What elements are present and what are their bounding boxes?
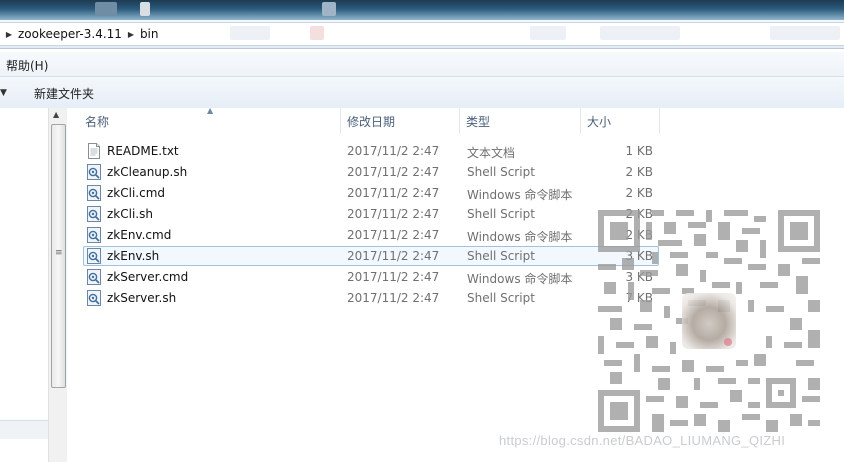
file-name: zkCli.sh — [107, 207, 153, 221]
taskbar-app-thumbnail — [322, 2, 336, 16]
text-file-icon — [88, 143, 100, 159]
script-file-icon — [87, 185, 101, 201]
address-ghost-shape — [530, 26, 566, 40]
scrollbar-thumb[interactable]: ≡ — [51, 124, 66, 388]
file-date: 2017/11/2 2:47 — [347, 228, 440, 242]
file-type: Windows 命令脚本 — [467, 230, 573, 244]
file-name: zkServer.cmd — [107, 270, 189, 284]
file-date: 2017/11/2 2:47 — [347, 249, 440, 263]
column-header-size[interactable]: 大小 — [581, 108, 659, 134]
file-name: zkEnv.sh — [107, 249, 160, 263]
column-header-name[interactable]: 名称 — [79, 108, 341, 134]
file-row[interactable]: zkCli.cmd 2017/11/2 2:47 Windows 命令脚本 2 … — [67, 183, 844, 204]
script-file-icon — [87, 248, 101, 264]
file-date: 2017/11/2 2:47 — [347, 144, 440, 158]
file-type: Shell Script — [467, 291, 535, 305]
breadcrumb-separator-icon[interactable]: ▶ — [126, 30, 136, 39]
script-file-icon — [87, 206, 101, 222]
script-file-icon — [87, 164, 101, 180]
file-type: Shell Script — [467, 207, 535, 221]
script-file-icon — [87, 269, 101, 285]
command-toolbar: ▼ 新建文件夹 — [0, 77, 844, 109]
file-name: zkCleanup.sh — [107, 165, 188, 179]
organize-dropdown-icon[interactable]: ▼ — [0, 88, 7, 98]
new-folder-button[interactable]: 新建文件夹 — [34, 85, 94, 102]
file-row[interactable]: README.txt 2017/11/2 2:47 文本文档 1 KB — [67, 141, 844, 162]
address-ghost-shape — [600, 26, 680, 40]
navigation-scrollbar[interactable]: ▲ ≡ — [48, 108, 67, 462]
column-header-name-label: 名称 — [85, 115, 110, 129]
file-name: zkServer.sh — [107, 291, 177, 305]
file-date: 2017/11/2 2:47 — [347, 207, 440, 221]
navigation-pane-footer — [0, 420, 48, 439]
menu-help[interactable]: 帮助(H) — [6, 57, 48, 74]
file-name: README.txt — [107, 144, 179, 158]
address-bar: ▶ zookeeper-3.4.11 ▶ bin — [0, 20, 844, 49]
grip-icon: ≡ — [55, 248, 63, 258]
file-date: 2017/11/2 2:47 — [347, 165, 440, 179]
file-name: zkEnv.cmd — [107, 228, 172, 242]
address-ghost-shape — [230, 26, 270, 40]
scroll-up-icon[interactable]: ▲ — [53, 110, 59, 119]
column-separator[interactable] — [659, 108, 660, 134]
file-date: 2017/11/2 2:47 — [347, 186, 440, 200]
column-header-type-label: 类型 — [466, 115, 491, 129]
file-type: Shell Script — [467, 249, 535, 263]
file-size: 2 KB — [625, 186, 653, 200]
qr-center-logo-accent — [724, 338, 732, 346]
taskbar-app-thumbnail — [95, 2, 117, 16]
navigation-pane[interactable] — [0, 108, 49, 462]
file-name: zkCli.cmd — [107, 186, 166, 200]
breadcrumb-item-bin[interactable]: bin — [140, 27, 159, 41]
taskbar-app-thumbnail — [140, 2, 150, 16]
menu-bar: 帮助(H) — [0, 52, 844, 77]
breadcrumb-item-zookeeper[interactable]: zookeeper-3.4.11 — [18, 27, 122, 41]
file-type: Windows 命令脚本 — [467, 188, 573, 202]
file-type: Windows 命令脚本 — [467, 272, 573, 286]
breadcrumb-expand-icon[interactable]: ▶ — [4, 30, 14, 39]
column-header-row: ▲ 名称 修改日期 类型 大小 — [67, 106, 844, 134]
script-file-icon — [87, 290, 101, 306]
breadcrumb[interactable]: ▶ zookeeper-3.4.11 ▶ bin — [0, 22, 844, 46]
file-date: 2017/11/2 2:47 — [347, 291, 440, 305]
column-header-date-label: 修改日期 — [347, 115, 396, 129]
address-ghost-shape — [770, 26, 840, 40]
file-date: 2017/11/2 2:47 — [347, 270, 440, 284]
file-size: 1 KB — [625, 144, 653, 158]
column-header-size-label: 大小 — [587, 115, 612, 129]
file-size: 2 KB — [625, 165, 653, 179]
address-ghost-shape — [310, 26, 324, 40]
file-type: 文本文档 — [467, 146, 516, 160]
column-header-type[interactable]: 类型 — [460, 108, 580, 134]
taskbar-strip — [0, 0, 844, 20]
watermark-text: https://blog.csdn.net/BADAO_LIUMANG_QIZH… — [499, 433, 786, 448]
column-header-date[interactable]: 修改日期 — [341, 108, 459, 134]
file-type: Shell Script — [467, 165, 535, 179]
file-row[interactable]: zkCleanup.sh 2017/11/2 2:47 Shell Script… — [67, 162, 844, 183]
script-file-icon — [87, 227, 101, 243]
